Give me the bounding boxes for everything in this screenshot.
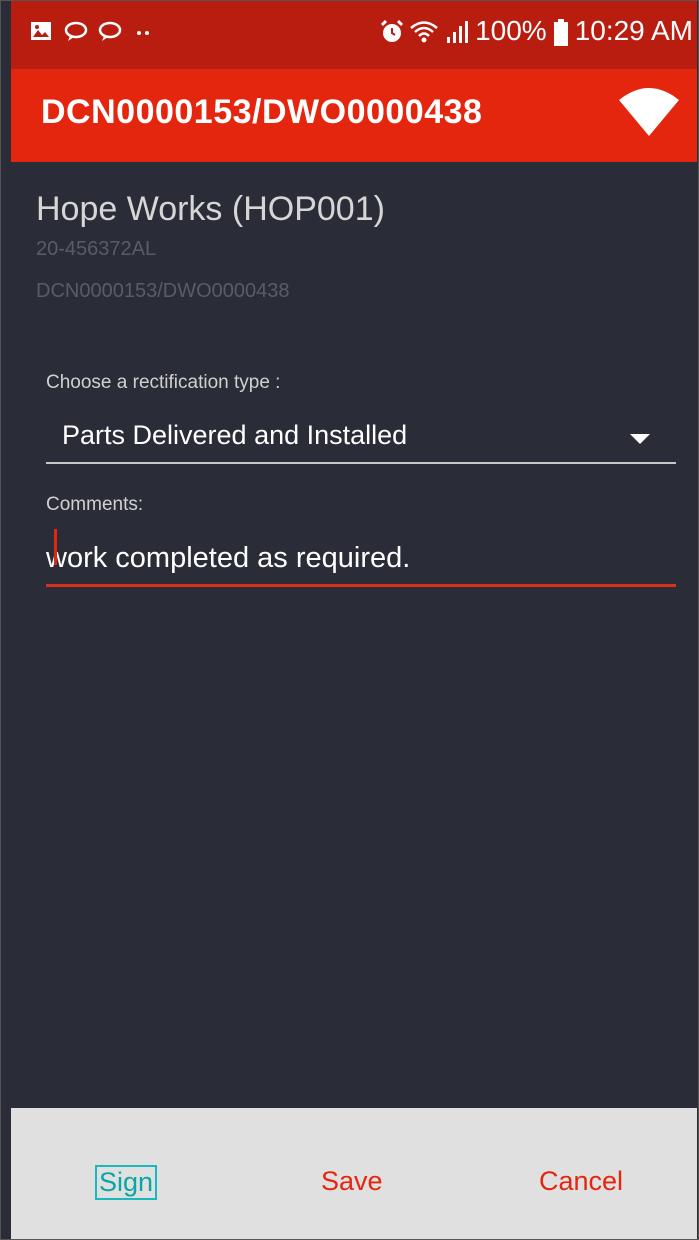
rectification-type-select[interactable]: Parts Delivered and Installed: [46, 410, 676, 464]
chat-bubble-icon: [97, 19, 122, 43]
comments-value: work completed as required.: [46, 542, 411, 574]
comments-label: Comments:: [46, 494, 144, 515]
save-button[interactable]: Save: [317, 1164, 387, 1199]
more-dots-icon: [131, 19, 155, 43]
rectification-type-value: Parts Delivered and Installed: [62, 420, 408, 450]
wifi-icon: [409, 19, 439, 43]
status-bar: 100% 10:29 AM: [11, 1, 697, 69]
cancel-button[interactable]: Cancel: [535, 1164, 627, 1199]
rectification-type-label: Choose a rectification type :: [46, 372, 281, 393]
page-title: DCN0000153/DWO0000438: [41, 93, 483, 131]
wifi-icon[interactable]: [617, 84, 681, 145]
signal-icon: [445, 19, 469, 43]
site-serial: 20-456372AL: [36, 238, 157, 260]
chat-bubble-icon: [63, 19, 88, 43]
app-screen: 100% 10:29 AM DCN0000153/DWO0000438 Hope…: [0, 0, 699, 1240]
site-name: Hope Works (HOP001): [36, 190, 385, 228]
battery-icon: [553, 19, 569, 46]
alarm-icon: [379, 19, 404, 43]
clock: 10:29 AM: [574, 15, 693, 46]
dropdown-arrow-icon: [630, 434, 650, 444]
app-bar: DCN0000153/DWO0000438: [11, 69, 697, 162]
text-cursor: [54, 529, 57, 565]
bottom-action-bar: Sign Save Cancel: [11, 1108, 697, 1239]
battery-percent: 100%: [475, 15, 547, 46]
image-icon: [29, 19, 53, 43]
main-content: Hope Works (HOP001) 20-456372AL DCN00001…: [11, 162, 697, 1108]
site-reference: DCN0000153/DWO0000438: [36, 280, 290, 302]
comments-input[interactable]: work completed as required.: [46, 529, 676, 587]
sign-button[interactable]: Sign: [95, 1165, 158, 1200]
